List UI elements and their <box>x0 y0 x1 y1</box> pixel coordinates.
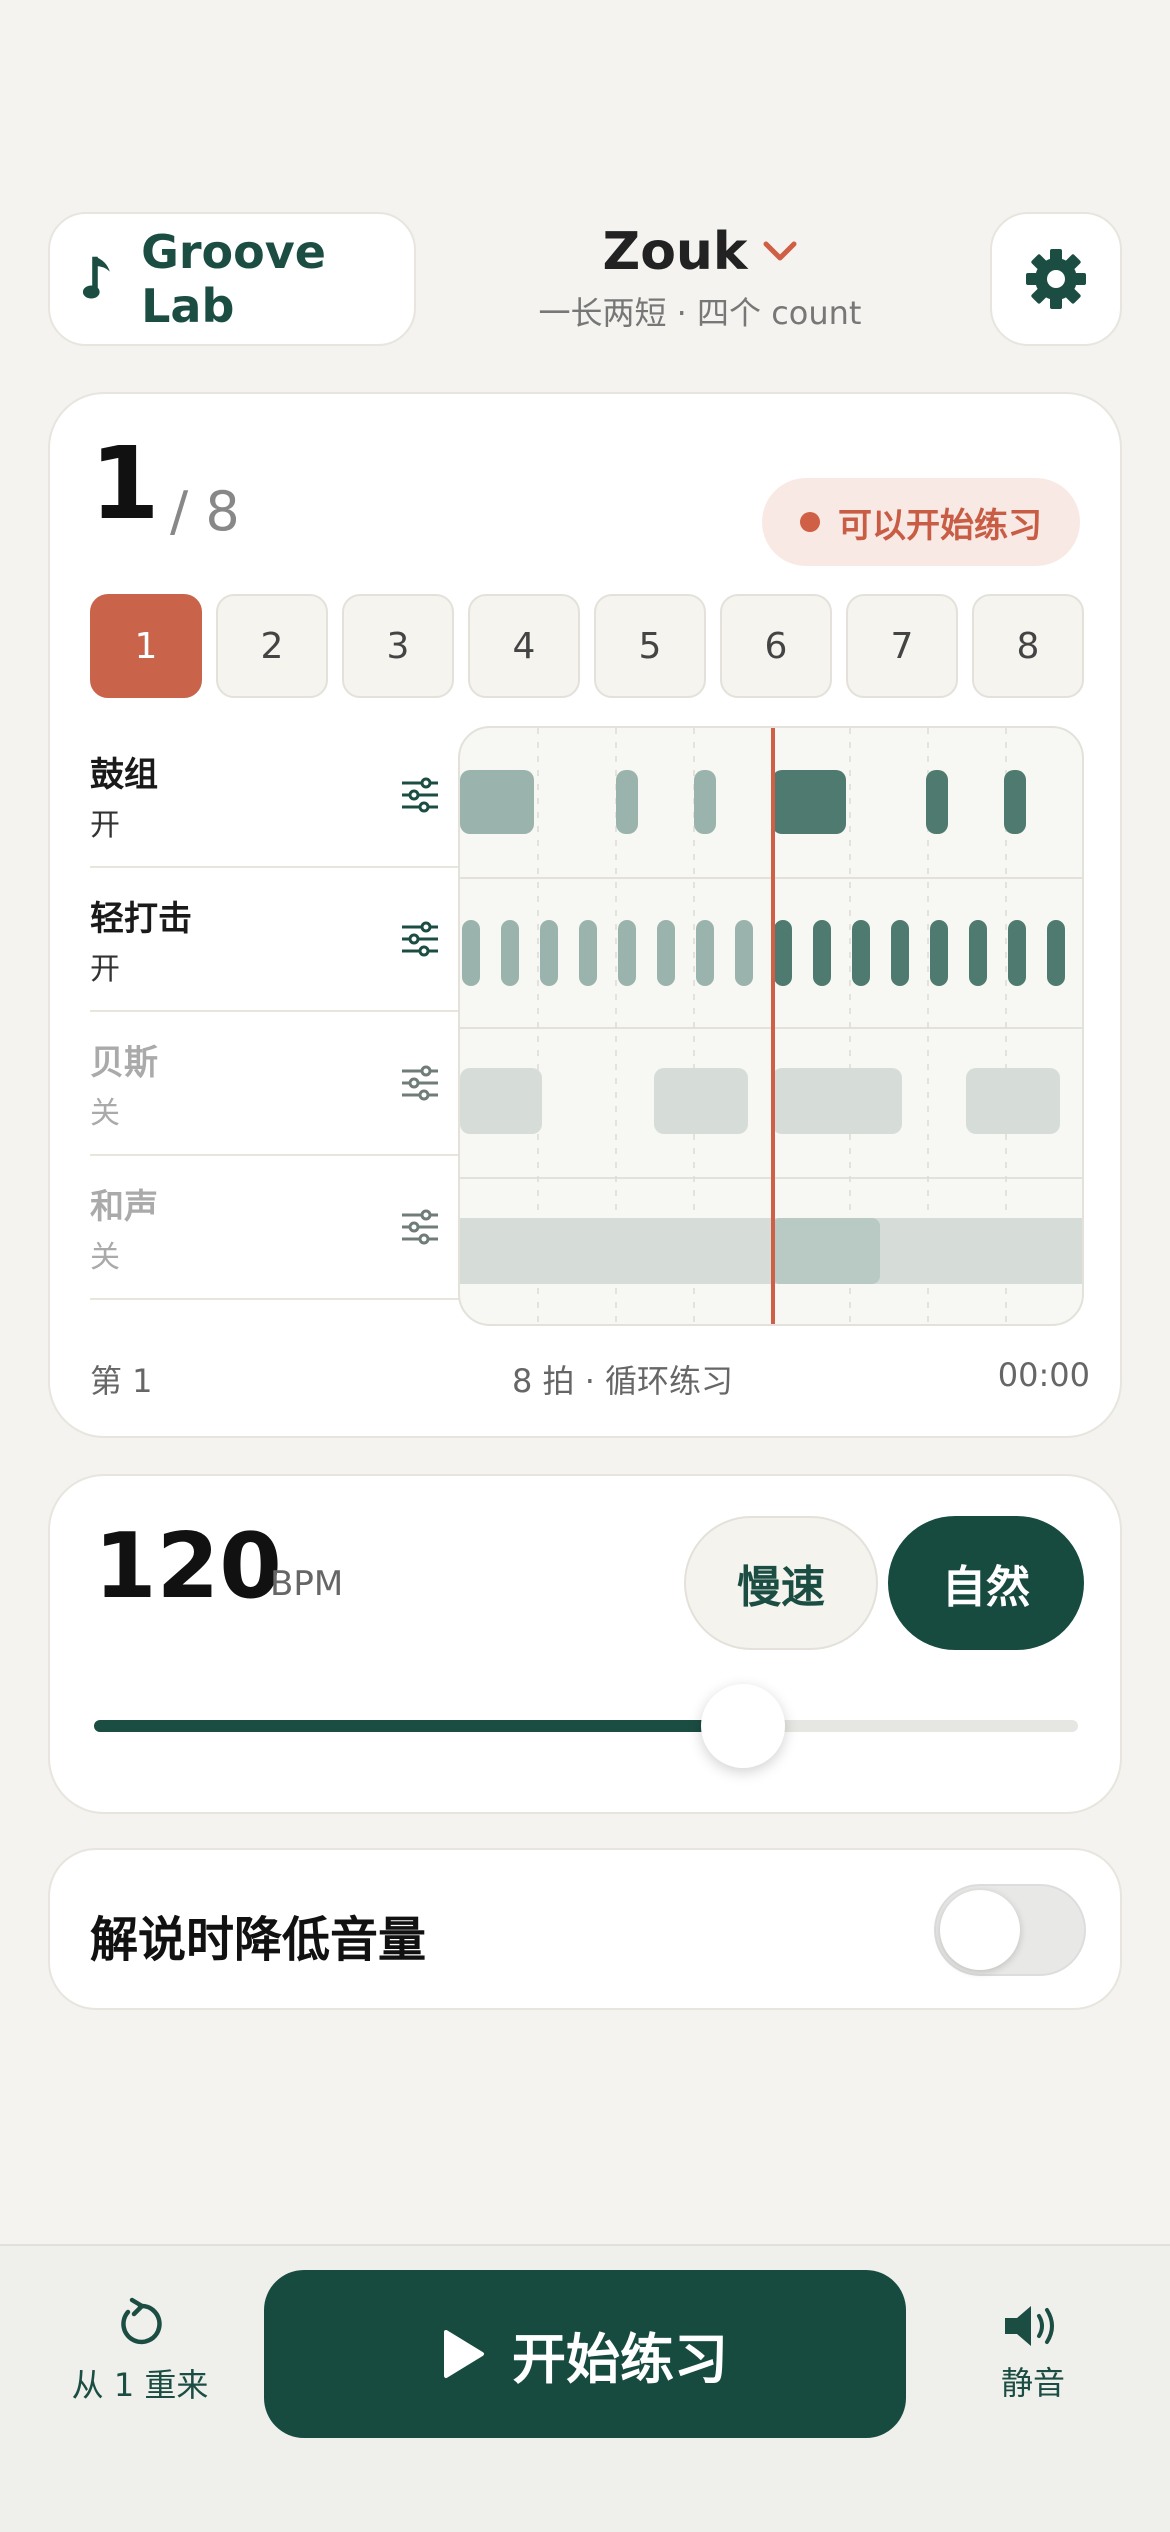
pattern-grid <box>458 726 1084 1326</box>
drum-hit <box>694 770 716 834</box>
beat-button-8[interactable]: 8 <box>972 594 1084 698</box>
bpm-unit: BPM <box>270 1564 344 1604</box>
gear-icon <box>1026 249 1086 309</box>
bass-note <box>654 1068 748 1134</box>
track-row-harmony[interactable]: 和声 关 <box>90 1156 480 1300</box>
toggle-knob <box>940 1890 1020 1970</box>
duck-volume-toggle[interactable] <box>934 1884 1086 1976</box>
beat-selector: 1 2 3 4 5 6 7 8 <box>90 594 1084 698</box>
percussion-hit <box>1008 920 1026 986</box>
bass-note <box>460 1068 542 1134</box>
natural-mode-button[interactable]: 自然 <box>888 1516 1084 1650</box>
status-badge: 可以开始练习 <box>762 478 1080 566</box>
percussion-hit <box>852 920 870 986</box>
speaker-icon <box>1005 2306 1054 2346</box>
chevron-down-icon <box>763 241 797 261</box>
beat-button-1[interactable]: 1 <box>90 594 202 698</box>
track-state: 关 <box>90 1095 120 1131</box>
track-row-percussion[interactable]: 轻打击 开 <box>90 868 480 1012</box>
playhead <box>771 728 775 1324</box>
beat-button-4[interactable]: 4 <box>468 594 580 698</box>
bass-note <box>966 1068 1060 1134</box>
tempo-slider-handle[interactable] <box>701 1684 786 1768</box>
tempo-slider-fill <box>94 1720 744 1732</box>
bpm-value: 120 <box>94 1514 282 1619</box>
track-row-drums[interactable]: 鼓组 开 <box>90 724 480 868</box>
elapsed-time: 00:00 <box>997 1356 1090 1394</box>
app-logo-button[interactable]: Groove Lab <box>48 212 416 346</box>
play-icon <box>444 2330 484 2378</box>
mute-label: 静音 <box>1000 2364 1065 2402</box>
duck-volume-card: 解说时降低音量 <box>48 1848 1122 2010</box>
harmony-highlight <box>772 1218 880 1284</box>
style-selector[interactable]: Zouk 一长两短 · 四个 count <box>430 222 970 334</box>
sliders-icon[interactable] <box>400 1209 440 1245</box>
drum-hit <box>772 770 846 834</box>
app-name: Groove Lab <box>141 225 326 333</box>
restart-button[interactable]: 从 1 重来 <box>40 2296 240 2406</box>
sliders-icon[interactable] <box>400 1065 440 1101</box>
percussion-hit <box>579 920 597 986</box>
track-list: 鼓组 开 轻打击 开 贝斯 关 和声 关 <box>90 724 480 1300</box>
track-row-bass[interactable]: 贝斯 关 <box>90 1012 480 1156</box>
track-name: 和声 <box>90 1186 158 1227</box>
sequencer-card: 1 / 8 可以开始练习 1 2 3 4 5 6 7 8 鼓组 开 轻打击 开 … <box>48 392 1122 1438</box>
beat-button-2[interactable]: 2 <box>216 594 328 698</box>
percussion-hit <box>696 920 714 986</box>
percussion-hit <box>813 920 831 986</box>
settings-button[interactable] <box>990 212 1122 346</box>
percussion-hit <box>891 920 909 986</box>
track-name: 轻打击 <box>90 898 192 939</box>
start-practice-button[interactable]: 开始练习 <box>264 2270 906 2438</box>
duck-volume-label: 解说时降低音量 <box>90 1912 427 1968</box>
status-text: 可以开始练习 <box>838 505 1042 546</box>
track-state: 开 <box>90 807 120 843</box>
track-state: 关 <box>90 1239 120 1275</box>
track-name: 鼓组 <box>90 754 158 795</box>
beat-button-7[interactable]: 7 <box>846 594 958 698</box>
percussion-hit <box>930 920 948 986</box>
bass-note <box>772 1068 902 1134</box>
current-count: 1 <box>90 425 160 542</box>
beat-button-5[interactable]: 5 <box>594 594 706 698</box>
loop-info: 8 拍 · 循环练习 <box>512 1362 734 1400</box>
percussion-hit <box>618 920 636 986</box>
percussion-hit <box>1047 920 1065 986</box>
track-name: 贝斯 <box>90 1042 158 1083</box>
percussion-hit <box>501 920 519 986</box>
beat-button-3[interactable]: 3 <box>342 594 454 698</box>
drum-hit <box>616 770 638 834</box>
style-subtitle: 一长两短 · 四个 count <box>538 294 862 332</box>
sliders-icon[interactable] <box>400 777 440 813</box>
tempo-slider[interactable] <box>94 1684 1078 1768</box>
mute-button[interactable]: 静音 <box>958 2300 1108 2404</box>
bottom-bar: 从 1 重来 开始练习 静音 <box>0 2244 1170 2532</box>
style-title: Zouk <box>602 222 748 282</box>
percussion-hit <box>657 920 675 986</box>
music-note-icon <box>82 256 110 299</box>
sliders-icon[interactable] <box>400 921 440 957</box>
drum-hit <box>926 770 948 834</box>
total-count: / 8 <box>170 480 240 543</box>
drum-hit <box>1004 770 1026 834</box>
drum-hit <box>460 770 534 834</box>
percussion-hit <box>774 920 792 986</box>
restart-icon <box>121 2297 162 2345</box>
loop-counter: 第 1 <box>90 1362 153 1400</box>
slow-mode-button[interactable]: 慢速 <box>684 1516 878 1650</box>
pattern-visualization <box>460 728 1082 1324</box>
track-state: 开 <box>90 951 120 987</box>
percussion-hit <box>540 920 558 986</box>
start-practice-label: 开始练习 <box>512 2327 728 2391</box>
beat-button-6[interactable]: 6 <box>720 594 832 698</box>
percussion-hit <box>969 920 987 986</box>
percussion-hit <box>462 920 480 986</box>
status-dot-icon <box>800 512 820 532</box>
tempo-card: 120 BPM 慢速 自然 <box>48 1474 1122 1814</box>
restart-label: 从 1 重来 <box>71 2366 209 2404</box>
percussion-hit <box>735 920 753 986</box>
